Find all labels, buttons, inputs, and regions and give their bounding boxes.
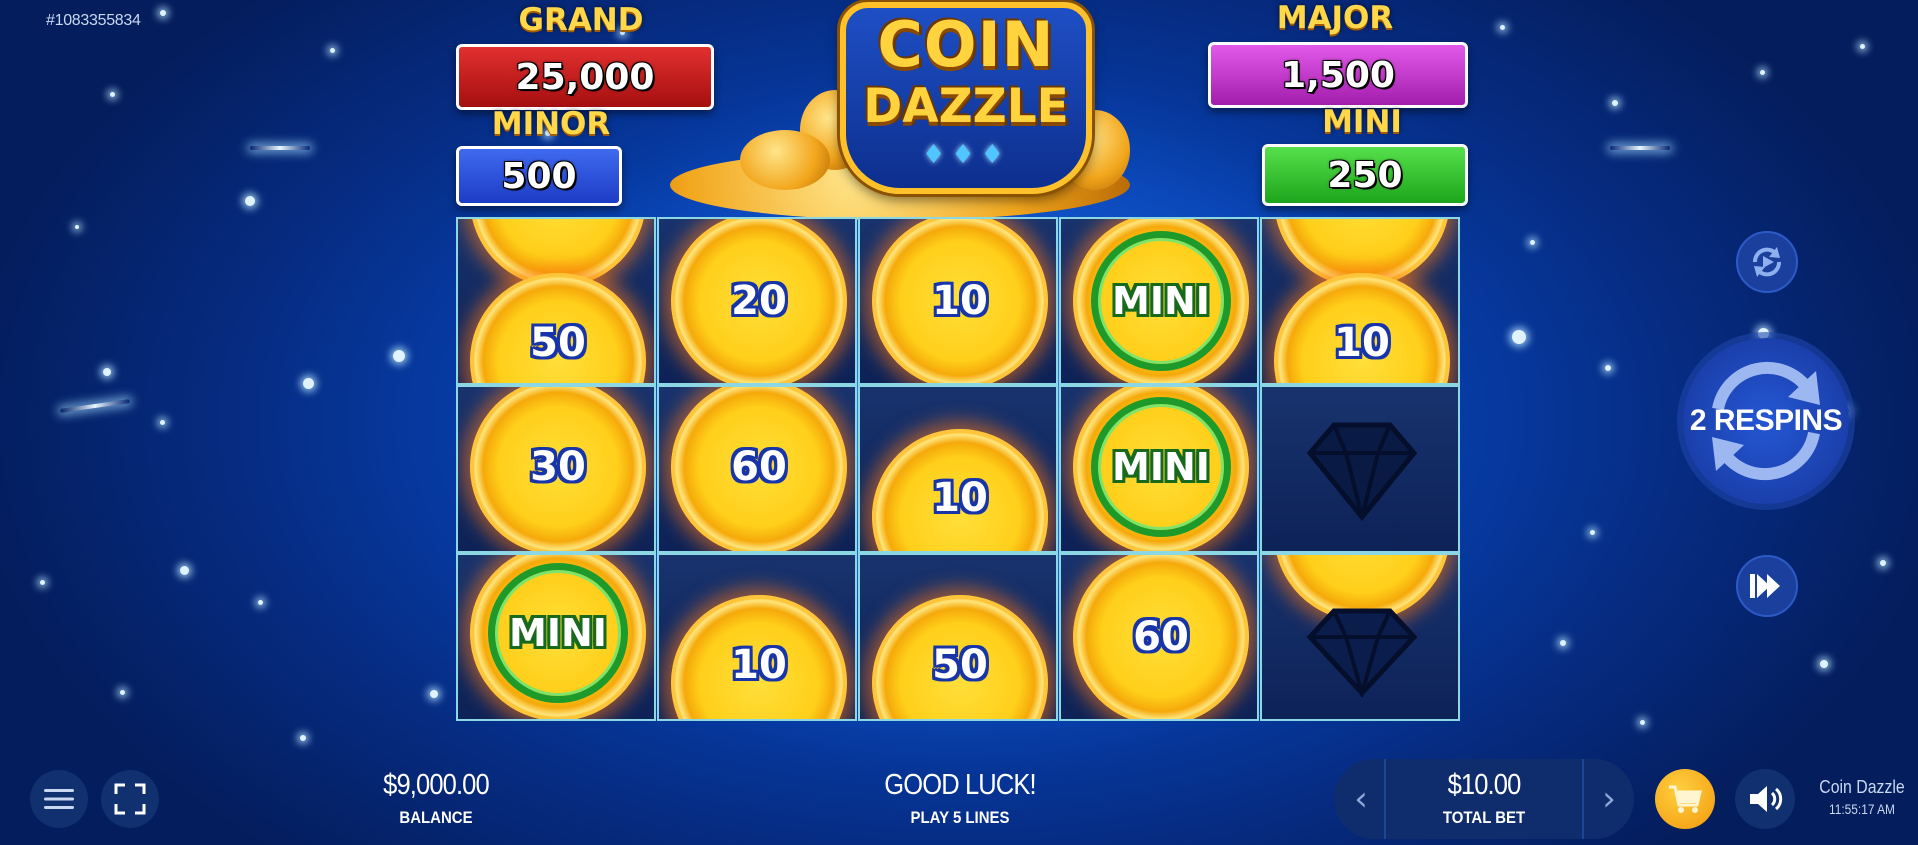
sound-button[interactable] (1735, 769, 1795, 829)
game-id: #1083355834 (46, 12, 141, 29)
grand-jackpot-value: 25,000 (456, 44, 714, 110)
coin-symbol: 50 (872, 595, 1048, 719)
coin-value: 60 (1133, 614, 1189, 660)
coin-symbol: 10 (671, 595, 847, 719)
reel-cell (1260, 553, 1460, 721)
respins-indicator: 2 RESPINS (1683, 338, 1849, 504)
reel-cell: 60 (657, 385, 857, 553)
reel-cell: 10 (858, 217, 1058, 385)
logo-gems: ♦♦♦ (922, 140, 1010, 170)
reel-cell: 10 (657, 553, 857, 721)
game-name: Coin Dazzle (1819, 777, 1905, 797)
coin-symbol: 50 (470, 273, 646, 383)
coin-symbol: MINI (470, 555, 646, 719)
coin-value: 10 (932, 278, 988, 324)
coin-symbol: MINI (1073, 219, 1249, 383)
coin-value: 50 (530, 320, 586, 366)
bet-divider (1384, 759, 1386, 839)
turbo-button[interactable] (1736, 555, 1798, 617)
balance-label: BALANCE (399, 808, 473, 827)
coin-symbol: 10 (1274, 273, 1450, 383)
coin-value: 50 (932, 642, 988, 688)
coin-value: MINI (509, 611, 607, 655)
game-logo: COIN DAZZLE ♦♦♦ (670, 0, 1130, 220)
minor-jackpot-value: 500 (456, 146, 622, 206)
diamond-icon (1306, 608, 1418, 697)
coin-symbol: 10 (872, 429, 1048, 551)
coin-symbol: MINI (1073, 387, 1249, 551)
reel-cell (1260, 385, 1460, 553)
coin-value: 60 (731, 444, 787, 490)
major-jackpot-label: MAJOR (1276, 0, 1394, 36)
coin-symbol: 30 (470, 387, 646, 551)
reel-cell: MINI (456, 553, 656, 721)
respins-count: 2 RESPINS (1689, 404, 1843, 437)
menu-button[interactable] (30, 770, 88, 828)
coin-value: 10 (1334, 320, 1390, 366)
buy-feature-button[interactable] (1655, 769, 1715, 829)
bet-decrease-button[interactable]: ‹ (1336, 759, 1386, 839)
logo-title-line1: COIN (877, 8, 1055, 81)
reel-cell: 50 (456, 217, 656, 385)
coin-value: 10 (932, 475, 988, 521)
coin-value: MINI (1112, 279, 1210, 323)
logo-title-line2: DAZZLE (863, 79, 1069, 134)
lines-message: PLAY 5 LINES (910, 808, 1010, 827)
fast-forward-icon (1750, 574, 1780, 598)
major-jackpot-value: 1,500 (1208, 42, 1468, 108)
reel-cell: 20 (657, 217, 857, 385)
diamond-icon (1306, 422, 1418, 521)
cart-icon (1669, 785, 1702, 813)
coin-symbol: 10 (872, 219, 1048, 383)
coin-value: 30 (530, 444, 586, 490)
hamburger-menu-icon (44, 789, 74, 809)
reel-cell: MINI (1059, 385, 1259, 553)
reel-cell: 30 (456, 385, 656, 553)
grand-jackpot-label: GRAND (518, 2, 644, 38)
reel-cell: 60 (1059, 553, 1259, 721)
reel-cell: 10 (858, 385, 1058, 553)
autoplay-button[interactable] (1736, 231, 1798, 293)
clock: 11:55:17 AM (1829, 801, 1895, 817)
reel-cell: 10 (1260, 217, 1460, 385)
mini-jackpot-value: 250 (1262, 144, 1468, 206)
fullscreen-icon (114, 783, 146, 815)
coin-symbol: 60 (671, 387, 847, 551)
reel-cell: MINI (1059, 217, 1259, 385)
status-message: GOOD LUCK! (884, 769, 1036, 801)
coin-symbol: 20 (671, 219, 847, 383)
reel-cell: 50 (858, 553, 1058, 721)
total-bet-label: TOTAL BET (1442, 808, 1526, 827)
logo-shield: COIN DAZZLE ♦♦♦ (840, 2, 1092, 194)
balance-value: $9,000.00 (383, 769, 489, 801)
autoplay-icon (1752, 247, 1782, 277)
coin-value: 20 (731, 278, 787, 324)
reel-grid: 50 30 MINI 20 60 10 10 10 50 MINI MINI 6… (456, 217, 1462, 721)
fullscreen-button[interactable] (101, 770, 159, 828)
coin-value: 10 (731, 642, 787, 688)
bet-increase-button[interactable]: › (1584, 759, 1634, 839)
coin-value: MINI (1112, 445, 1210, 489)
total-bet-value: $10.00 (1447, 769, 1522, 801)
mini-jackpot-label: MINI (1322, 104, 1402, 140)
coin-symbol: 60 (1073, 555, 1249, 719)
minor-jackpot-label: MINOR (491, 106, 611, 142)
speaker-icon (1750, 786, 1783, 812)
